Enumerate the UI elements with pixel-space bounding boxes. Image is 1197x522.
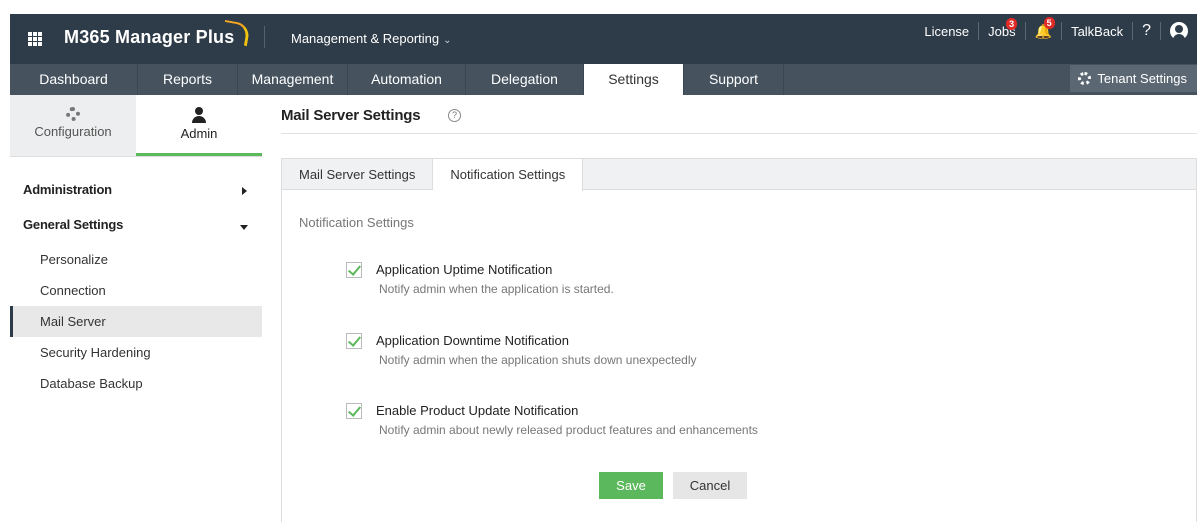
settings-panel: Mail Server Settings Notification Settin…: [281, 158, 1197, 522]
sidebar-tab-admin[interactable]: Admin: [136, 95, 262, 156]
nav-tab-automation[interactable]: Automation: [348, 64, 466, 95]
alerts-button[interactable]: 🔔 5: [1026, 16, 1061, 40]
jobs-count-badge: 3: [1006, 17, 1018, 30]
nav-tab-reports[interactable]: Reports: [138, 64, 238, 95]
option-label: Application Downtime Notification: [376, 333, 569, 348]
top-bar: M365 Manager Plus Management & Reporting…: [0, 0, 1197, 64]
jobs-link[interactable]: Jobs 3: [979, 17, 1024, 39]
option-label: Enable Product Update Notification: [376, 403, 579, 418]
admin-user-icon: [191, 107, 207, 123]
nav-tab-management[interactable]: Management: [238, 64, 348, 95]
header-divider: [264, 26, 265, 48]
sidebar-item-mail-server[interactable]: Mail Server: [10, 306, 262, 337]
option-label: Application Uptime Notification: [376, 262, 553, 277]
nav-tab-delegation[interactable]: Delegation: [466, 64, 584, 95]
nav-tab-dashboard[interactable]: Dashboard: [10, 64, 138, 95]
license-link[interactable]: License: [915, 24, 978, 39]
section-heading: Notification Settings: [299, 215, 414, 230]
nav-tab-support[interactable]: Support: [684, 64, 784, 95]
option-description: Notify admin when the application is sta…: [379, 282, 614, 296]
module-menu[interactable]: Management & Reporting ⌄: [291, 31, 452, 46]
sidebar-section-administration[interactable]: Administration: [23, 182, 112, 197]
uptime-checkbox[interactable]: [346, 262, 362, 278]
alerts-count-badge: 5: [1043, 16, 1055, 29]
product-update-checkbox[interactable]: [346, 403, 362, 419]
option-description: Notify admin when the application shuts …: [379, 353, 697, 367]
tenant-settings-label: Tenant Settings: [1097, 71, 1187, 86]
tab-notification-settings[interactable]: Notification Settings: [433, 159, 584, 191]
gear-icon: [1078, 72, 1092, 85]
title-divider: [281, 133, 1197, 134]
help-link[interactable]: ?: [1133, 22, 1160, 40]
cog-icon: [66, 107, 80, 121]
module-menu-label: Management & Reporting: [291, 31, 440, 46]
app-title: M365 Manager Plus: [64, 27, 235, 47]
nav-tab-settings[interactable]: Settings: [584, 64, 684, 95]
main-content: Mail Server Settings ? Mail Server Setti…: [262, 95, 1197, 522]
tenant-settings-button[interactable]: Tenant Settings: [1070, 65, 1197, 92]
sidebar-item-personalize[interactable]: Personalize: [10, 244, 262, 275]
save-button[interactable]: Save: [599, 472, 663, 499]
caret-down-icon[interactable]: [240, 225, 248, 230]
app-header: M365 Manager Plus Management & Reporting…: [10, 14, 1197, 64]
user-menu[interactable]: [1161, 22, 1197, 40]
app-grid-icon[interactable]: [28, 32, 42, 46]
sidebar-item-database-backup[interactable]: Database Backup: [10, 368, 262, 399]
downtime-checkbox[interactable]: [346, 333, 362, 349]
sidebar-tab-label: Admin: [180, 126, 218, 141]
caret-right-icon[interactable]: [242, 187, 247, 195]
sidebar-tabs: Configuration Admin: [10, 95, 262, 157]
tab-mail-server-settings[interactable]: Mail Server Settings: [282, 159, 434, 190]
sidebar: Configuration Admin Administration Gener…: [10, 95, 262, 522]
option-description: Notify admin about newly released produc…: [379, 423, 758, 437]
chevron-down-icon: ⌄: [443, 35, 452, 46]
sidebar-item-connection[interactable]: Connection: [10, 275, 262, 306]
sidebar-tab-label: Configuration: [34, 124, 112, 139]
settings-tabs: Mail Server Settings Notification Settin…: [282, 159, 1196, 191]
main-nav: Dashboard Reports Management Automation …: [10, 64, 1197, 95]
help-circle-icon[interactable]: ?: [448, 109, 461, 122]
sidebar-tab-configuration[interactable]: Configuration: [10, 95, 136, 156]
talkback-link[interactable]: TalkBack: [1062, 24, 1132, 39]
user-avatar-icon: [1170, 22, 1188, 40]
sidebar-item-security-hardening[interactable]: Security Hardening: [10, 337, 262, 368]
sidebar-section-general-settings[interactable]: General Settings: [23, 217, 123, 232]
page-title: Mail Server Settings: [281, 107, 421, 124]
cancel-button[interactable]: Cancel: [673, 472, 747, 499]
header-actions: License Jobs 3 🔔 5 TalkBack ?: [915, 14, 1197, 48]
logo-arc-icon: [221, 19, 251, 47]
